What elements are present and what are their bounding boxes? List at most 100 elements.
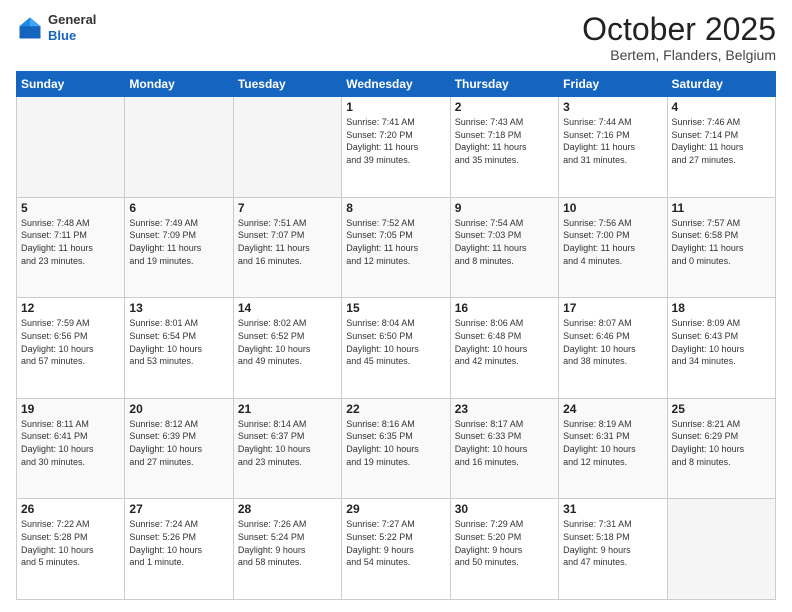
day-number: 5 (21, 201, 120, 215)
calendar-cell: 15 Sunrise: 8:04 AM Sunset: 6:50 PM Dayli… (342, 298, 450, 399)
calendar-cell: 6Sunrise: 7:49 AM Sunset: 7:09 PM Daylig… (125, 197, 233, 298)
header: General Blue October 2025 Bertem, Flande… (16, 12, 776, 63)
day-info: Sunrise: 7:22 AM Sunset: 5:28 PM Dayligh… (21, 518, 120, 568)
calendar-cell: 12 Sunrise: 7:59 AM Sunset: 6:56 PM Dayli… (17, 298, 125, 399)
calendar-cell: 3 Sunrise: 7:44 AM Sunset: 7:16 PM Daylig… (559, 97, 667, 198)
day-info: Sunrise: 8:09 AM Sunset: 6:43 PM Dayligh… (672, 317, 771, 367)
calendar-week-row: 1Sunrise: 7:41 AM Sunset: 7:20 PM Daylig… (17, 97, 776, 198)
calendar-cell: 7 Sunrise: 7:51 AM Sunset: 7:07 PM Daylig… (233, 197, 341, 298)
day-info: Sunrise: 7:31 AM Sunset: 5:18 PM Dayligh… (563, 518, 662, 568)
page: General Blue October 2025 Bertem, Flande… (0, 0, 792, 612)
calendar-cell: 18Sunrise: 8:09 AM Sunset: 6:43 PM Dayli… (667, 298, 775, 399)
calendar-cell: 1Sunrise: 7:41 AM Sunset: 7:20 PM Daylig… (342, 97, 450, 198)
logo-icon (16, 14, 44, 42)
day-number: 20 (129, 402, 228, 416)
day-number: 10 (563, 201, 662, 215)
day-number: 21 (238, 402, 337, 416)
day-number: 2 (455, 100, 554, 114)
day-number: 11 (672, 201, 771, 215)
header-row: SundayMondayTuesdayWednesdayThursdayFrid… (17, 72, 776, 97)
calendar-week-row: 26 Sunrise: 7:22 AM Sunset: 5:28 PM Dayli… (17, 499, 776, 600)
day-number: 12 (21, 301, 120, 315)
calendar-cell (233, 97, 341, 198)
calendar-cell (17, 97, 125, 198)
calendar-cell: 2 Sunrise: 7:43 AM Sunset: 7:18 PM Daylig… (450, 97, 558, 198)
logo-text: General Blue (48, 12, 96, 43)
calendar-cell (125, 97, 233, 198)
calendar-subtitle: Bertem, Flanders, Belgium (582, 47, 776, 63)
calendar-cell: 22 Sunrise: 8:16 AM Sunset: 6:35 PM Dayli… (342, 398, 450, 499)
day-number: 14 (238, 301, 337, 315)
day-number: 15 (346, 301, 445, 315)
day-number: 26 (21, 502, 120, 516)
calendar-cell: 28 Sunrise: 7:26 AM Sunset: 5:24 PM Dayli… (233, 499, 341, 600)
calendar-table: SundayMondayTuesdayWednesdayThursdayFrid… (16, 71, 776, 600)
day-info: Sunrise: 8:16 AM Sunset: 6:35 PM Dayligh… (346, 418, 445, 468)
day-info: Sunrise: 8:12 AM Sunset: 6:39 PM Dayligh… (129, 418, 228, 468)
day-info: Sunrise: 7:29 AM Sunset: 5:20 PM Dayligh… (455, 518, 554, 568)
day-number: 8 (346, 201, 445, 215)
day-info: Sunrise: 8:04 AM Sunset: 6:50 PM Dayligh… (346, 317, 445, 367)
title-block: October 2025 Bertem, Flanders, Belgium (582, 12, 776, 63)
day-info: Sunrise: 7:48 AM Sunset: 7:11 PM Dayligh… (21, 217, 120, 267)
logo-blue: Blue (48, 28, 96, 44)
day-info: Sunrise: 7:26 AM Sunset: 5:24 PM Dayligh… (238, 518, 337, 568)
day-info: Sunrise: 8:07 AM Sunset: 6:46 PM Dayligh… (563, 317, 662, 367)
day-number: 28 (238, 502, 337, 516)
logo: General Blue (16, 12, 96, 43)
weekday-header: Monday (125, 72, 233, 97)
day-number: 30 (455, 502, 554, 516)
day-info: Sunrise: 8:14 AM Sunset: 6:37 PM Dayligh… (238, 418, 337, 468)
day-number: 4 (672, 100, 771, 114)
day-number: 25 (672, 402, 771, 416)
day-info: Sunrise: 8:21 AM Sunset: 6:29 PM Dayligh… (672, 418, 771, 468)
day-number: 29 (346, 502, 445, 516)
weekday-header: Wednesday (342, 72, 450, 97)
calendar-cell: 24 Sunrise: 8:19 AM Sunset: 6:31 PM Dayli… (559, 398, 667, 499)
weekday-header: Sunday (17, 72, 125, 97)
day-info: Sunrise: 8:06 AM Sunset: 6:48 PM Dayligh… (455, 317, 554, 367)
calendar-cell: 20 Sunrise: 8:12 AM Sunset: 6:39 PM Dayli… (125, 398, 233, 499)
day-info: Sunrise: 8:17 AM Sunset: 6:33 PM Dayligh… (455, 418, 554, 468)
calendar-cell: 30 Sunrise: 7:29 AM Sunset: 5:20 PM Dayli… (450, 499, 558, 600)
calendar-title: October 2025 (582, 12, 776, 47)
day-info: Sunrise: 7:54 AM Sunset: 7:03 PM Dayligh… (455, 217, 554, 267)
day-number: 3 (563, 100, 662, 114)
day-info: Sunrise: 7:27 AM Sunset: 5:22 PM Dayligh… (346, 518, 445, 568)
day-info: Sunrise: 8:11 AM Sunset: 6:41 PM Dayligh… (21, 418, 120, 468)
calendar-week-row: 5 Sunrise: 7:48 AM Sunset: 7:11 PM Daylig… (17, 197, 776, 298)
day-number: 6 (129, 201, 228, 215)
day-info: Sunrise: 7:51 AM Sunset: 7:07 PM Dayligh… (238, 217, 337, 267)
day-number: 7 (238, 201, 337, 215)
calendar-cell: 14Sunrise: 8:02 AM Sunset: 6:52 PM Dayli… (233, 298, 341, 399)
calendar-cell: 19Sunrise: 8:11 AM Sunset: 6:41 PM Dayli… (17, 398, 125, 499)
day-info: Sunrise: 7:24 AM Sunset: 5:26 PM Dayligh… (129, 518, 228, 568)
day-number: 9 (455, 201, 554, 215)
calendar-cell: 31 Sunrise: 7:31 AM Sunset: 5:18 PM Dayli… (559, 499, 667, 600)
calendar-week-row: 12 Sunrise: 7:59 AM Sunset: 6:56 PM Dayli… (17, 298, 776, 399)
day-number: 22 (346, 402, 445, 416)
calendar-cell: 16 Sunrise: 8:06 AM Sunset: 6:48 PM Dayli… (450, 298, 558, 399)
calendar-cell: 26 Sunrise: 7:22 AM Sunset: 5:28 PM Dayli… (17, 499, 125, 600)
day-info: Sunrise: 8:01 AM Sunset: 6:54 PM Dayligh… (129, 317, 228, 367)
day-info: Sunrise: 7:59 AM Sunset: 6:56 PM Dayligh… (21, 317, 120, 367)
day-number: 1 (346, 100, 445, 114)
day-number: 16 (455, 301, 554, 315)
calendar-cell: 5 Sunrise: 7:48 AM Sunset: 7:11 PM Daylig… (17, 197, 125, 298)
day-info: Sunrise: 7:57 AM Sunset: 6:58 PM Dayligh… (672, 217, 771, 267)
day-number: 17 (563, 301, 662, 315)
day-number: 31 (563, 502, 662, 516)
calendar-cell (667, 499, 775, 600)
day-number: 27 (129, 502, 228, 516)
day-number: 24 (563, 402, 662, 416)
calendar-cell: 10 Sunrise: 7:56 AM Sunset: 7:00 PM Dayli… (559, 197, 667, 298)
calendar-cell: 25 Sunrise: 8:21 AM Sunset: 6:29 PM Dayli… (667, 398, 775, 499)
day-info: Sunrise: 7:44 AM Sunset: 7:16 PM Dayligh… (563, 116, 662, 166)
logo-general: General (48, 12, 96, 28)
day-info: Sunrise: 7:52 AM Sunset: 7:05 PM Dayligh… (346, 217, 445, 267)
day-info: Sunrise: 7:56 AM Sunset: 7:00 PM Dayligh… (563, 217, 662, 267)
weekday-header: Saturday (667, 72, 775, 97)
day-info: Sunrise: 8:19 AM Sunset: 6:31 PM Dayligh… (563, 418, 662, 468)
day-info: Sunrise: 7:43 AM Sunset: 7:18 PM Dayligh… (455, 116, 554, 166)
calendar-week-row: 19Sunrise: 8:11 AM Sunset: 6:41 PM Dayli… (17, 398, 776, 499)
